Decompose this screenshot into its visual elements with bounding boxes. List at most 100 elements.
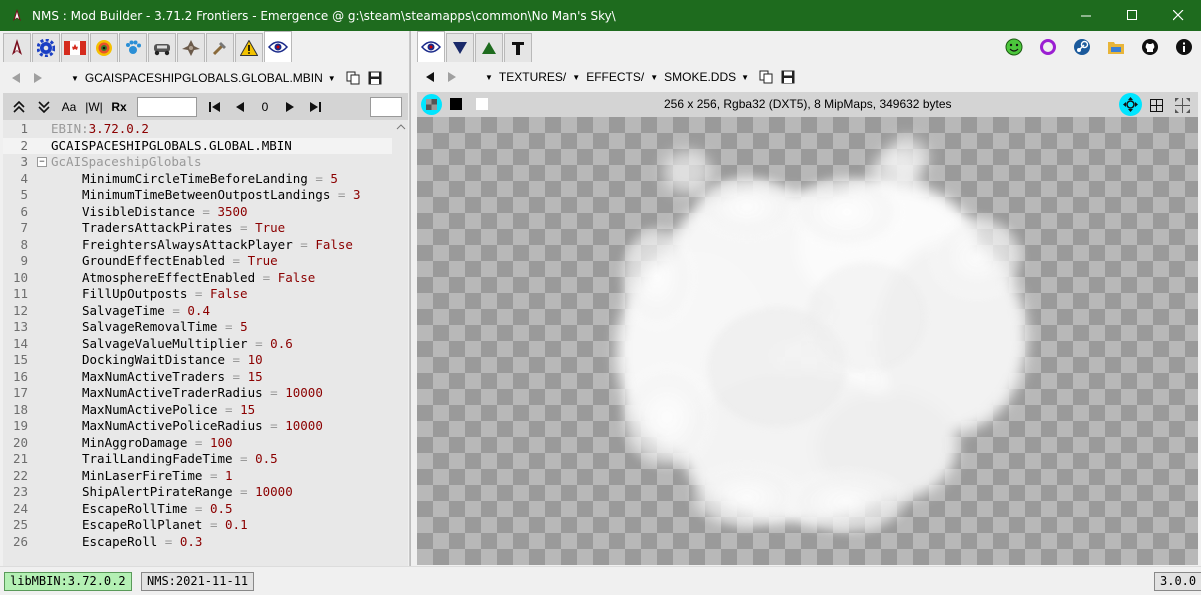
code-line[interactable]: 26 EscapeRoll = 0.3	[3, 534, 392, 551]
breadcrumb-file[interactable]: ▼ SMOKE.DDS ▼	[650, 70, 749, 84]
vertical-scrollbar[interactable]	[394, 120, 408, 577]
code-line[interactable]: 17 MaxNumActiveTraderRadius = 10000	[3, 385, 392, 402]
back-button[interactable]	[5, 67, 27, 89]
tab-viewer[interactable]	[417, 31, 445, 62]
fullscreen-button[interactable]	[1173, 96, 1191, 114]
regex-toggle[interactable]: Rx	[109, 96, 129, 118]
code-text: MinAggroDamage = 100	[82, 435, 233, 452]
checker-bg-button[interactable]	[421, 94, 442, 115]
code-line[interactable]: 14 SalvageValueMultiplier = 0.6	[3, 336, 392, 353]
tab-language[interactable]	[61, 33, 89, 62]
maximize-button[interactable]	[1109, 0, 1155, 31]
breadcrumb-textures-label: TEXTURES/	[498, 70, 567, 84]
code-line[interactable]: 9 GroundEffectEnabled = True	[3, 253, 392, 270]
code-key: MinimumTimeBetweenOutpostLandings	[82, 187, 331, 202]
tab-warnings[interactable]	[235, 33, 263, 62]
tab-up[interactable]	[475, 33, 503, 62]
code-line[interactable]: 20 MinAggroDamage = 100	[3, 435, 392, 452]
github-button[interactable]	[1137, 36, 1163, 58]
tab-down[interactable]	[446, 33, 474, 62]
code-line[interactable]: 6 VisibleDistance = 3500	[3, 204, 392, 221]
tab-viewer[interactable]	[264, 31, 292, 62]
back-button[interactable]	[419, 66, 441, 88]
tab-ship[interactable]	[177, 33, 205, 62]
goto-line-input[interactable]	[370, 96, 402, 117]
tab-settings[interactable]	[32, 33, 60, 62]
code-line[interactable]: 10 AtmosphereEffectEnabled = False	[3, 270, 392, 287]
code-operator: =	[194, 500, 203, 516]
code-operator: =	[164, 533, 173, 549]
tab-color[interactable]	[90, 33, 118, 62]
code-operator: =	[240, 220, 248, 235]
code-line[interactable]: 16 MaxNumActiveTraders = 15	[3, 369, 392, 386]
code-line[interactable]: 2 GCAISPACESHIPGLOBALS.GLOBAL.MBIN	[3, 137, 392, 154]
code-line[interactable]: 19 MaxNumActivePoliceRadius = 10000	[3, 418, 392, 435]
code-line[interactable]: 15 DockingWaitDistance = 10	[3, 352, 392, 369]
code-line[interactable]: 7 TradersAttackPirates = True	[3, 220, 392, 237]
save-icon	[781, 70, 795, 84]
code-operator: =	[202, 203, 210, 219]
fit-view-button[interactable]	[1119, 93, 1142, 116]
code-line[interactable]: 18 MaxNumActivePolice = 15	[3, 402, 392, 419]
expand-all-button[interactable]	[34, 96, 54, 118]
search-input[interactable]	[137, 96, 197, 117]
tab-vehicle[interactable]	[148, 33, 176, 62]
first-match-button[interactable]	[205, 96, 225, 118]
line-number: 6	[20, 203, 28, 219]
code-line[interactable]: 23 ShipAlertPirateRange = 10000	[3, 484, 392, 501]
triangle-down-icon	[453, 42, 467, 54]
arrow-left-icon	[426, 72, 434, 82]
next-match-button[interactable]	[280, 96, 300, 118]
folder-button[interactable]	[1103, 36, 1129, 58]
line-number: 17	[12, 385, 28, 400]
code-line[interactable]: 12 SalvageTime = 0.4	[3, 303, 392, 320]
code-line[interactable]: 11 FillUpOutposts = False	[3, 286, 392, 303]
code-line[interactable]: 5 MinimumTimeBetweenOutpostLandings = 3	[3, 187, 392, 204]
tab-paw[interactable]	[119, 33, 147, 62]
forward-button[interactable]	[441, 66, 463, 88]
white-bg-button[interactable]	[476, 98, 488, 110]
steam-button[interactable]	[1069, 36, 1095, 58]
top-icon-bar	[993, 36, 1201, 58]
minimize-button[interactable]	[1063, 0, 1109, 31]
match-case-toggle[interactable]: Aa	[59, 96, 79, 118]
black-bg-button[interactable]	[450, 98, 462, 110]
dropdown-icon: ▼	[741, 72, 750, 82]
breadcrumb-file[interactable]: ▼ GCAISPACESHIPGLOBALS.GLOBAL.MBIN ▼	[71, 71, 336, 85]
code-line[interactable]: 24 EscapeRollTime = 0.5	[3, 501, 392, 518]
texture-preview[interactable]	[417, 117, 1198, 565]
tile-view-button[interactable]	[1147, 96, 1165, 114]
prev-match-button[interactable]	[230, 96, 250, 118]
line-number: 1	[20, 121, 28, 136]
breadcrumb-effects[interactable]: ▼ EFFECTS/	[572, 70, 644, 84]
copy-button[interactable]	[755, 66, 777, 88]
code-line[interactable]: 3− GcAISpaceshipGlobals	[3, 154, 392, 171]
forward-button[interactable]	[27, 67, 49, 89]
code-line[interactable]: 22 MinLaserFireTime = 1	[3, 468, 392, 485]
code-operator: =	[270, 385, 278, 400]
fold-toggle-icon[interactable]: −	[37, 157, 47, 167]
ring-button[interactable]	[1035, 36, 1061, 58]
tab-text[interactable]	[504, 33, 532, 62]
code-line[interactable]: 8 FreightersAlwaysAttackPlayer = False	[3, 237, 392, 254]
warning-icon	[240, 40, 258, 56]
close-button[interactable]	[1155, 0, 1201, 31]
code-line[interactable]: 25 EscapeRollPlanet = 0.1	[3, 517, 392, 534]
code-text: MaxNumActivePoliceRadius = 10000	[82, 418, 323, 435]
save-button[interactable]	[364, 67, 386, 89]
smiley-button[interactable]	[1001, 36, 1027, 58]
code-line[interactable]: 21 TrailLandingFadeTime = 0.5	[3, 451, 392, 468]
info-button[interactable]	[1171, 36, 1197, 58]
code-line[interactable]: 4 MinimumCircleTimeBeforeLanding = 5	[3, 171, 392, 188]
whole-word-toggle[interactable]: |W|	[84, 96, 104, 118]
copy-button[interactable]	[342, 67, 364, 89]
code-line[interactable]: 1 EBIN:3.72.0.2	[3, 121, 392, 138]
breadcrumb-textures[interactable]: ▼ TEXTURES/	[485, 70, 566, 84]
code-editor[interactable]: 1 EBIN:3.72.0.2 2 GCAISPACESHIPGLOBALS.GLOB…	[3, 120, 408, 577]
last-match-button[interactable]	[305, 96, 325, 118]
save-button[interactable]	[777, 66, 799, 88]
code-line[interactable]: 13 SalvageRemovalTime = 5	[3, 319, 392, 336]
tab-mbin[interactable]	[3, 33, 31, 62]
tab-tools[interactable]	[206, 33, 234, 62]
collapse-all-button[interactable]	[9, 96, 29, 118]
